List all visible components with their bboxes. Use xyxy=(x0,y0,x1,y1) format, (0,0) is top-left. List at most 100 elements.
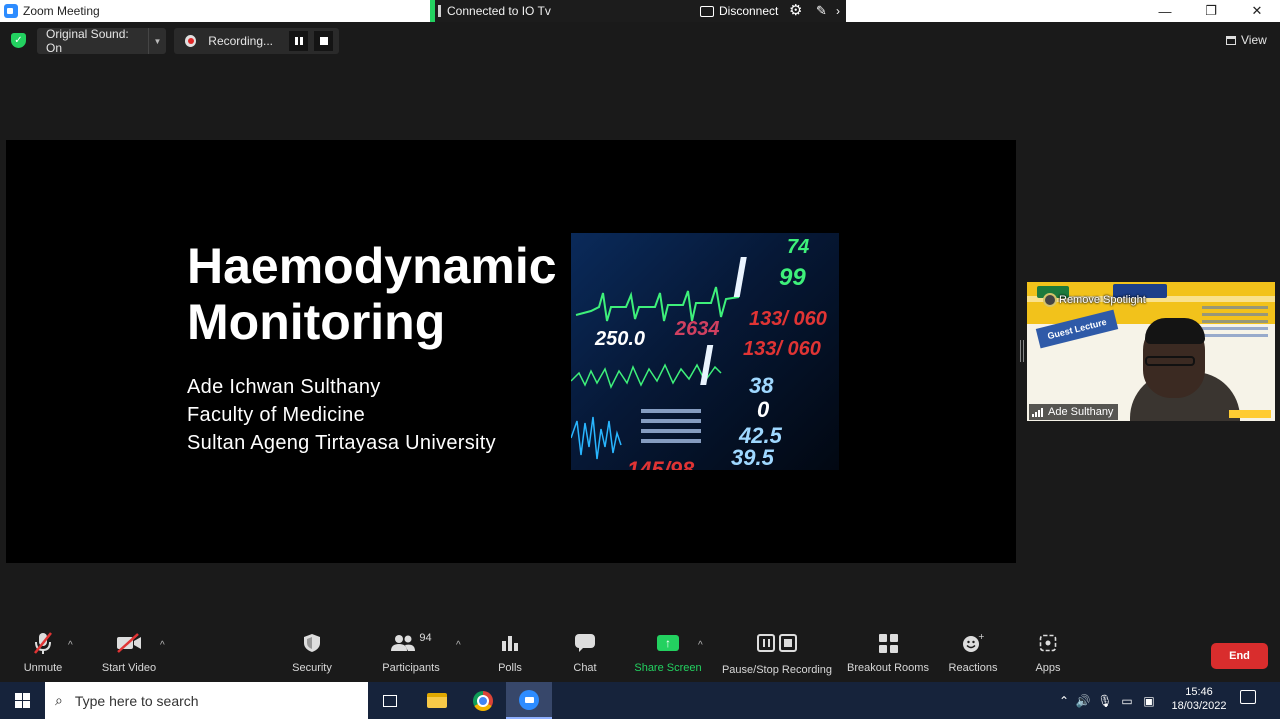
pause-stop-recording-label: Pause/Stop Recording xyxy=(721,664,833,676)
reading-pulse: 74 xyxy=(787,236,809,258)
participant-name: Ade Sulthany xyxy=(1048,406,1114,418)
share-status-bar: Connected to IO Tv Disconnect ⚙ ✎ › xyxy=(430,0,846,22)
view-button[interactable]: View xyxy=(1226,33,1267,47)
chrome-button[interactable] xyxy=(460,682,506,719)
folder-icon xyxy=(427,693,447,708)
reactions-button[interactable]: + Reactions xyxy=(947,628,999,682)
slide-faculty: Faculty of Medicine xyxy=(187,404,365,426)
share-screen-button[interactable]: ↑ Share Screen xyxy=(634,628,702,682)
audio-options-caret-icon[interactable]: ^ xyxy=(68,640,73,651)
window-title: Zoom Meeting xyxy=(23,4,100,18)
search-icon: ⌕ xyxy=(55,692,63,708)
task-view-icon xyxy=(383,694,397,707)
reading-39: 39.5 xyxy=(731,445,775,470)
close-button[interactable]: ✕ xyxy=(1234,0,1280,22)
chrome-icon xyxy=(473,690,493,711)
start-button[interactable] xyxy=(0,682,45,719)
slide-subtitle: Ade Ichwan Sulthany Faculty of Medicine … xyxy=(187,373,496,457)
participant-name-tag: Ade Sulthany xyxy=(1029,404,1119,420)
view-label: View xyxy=(1241,33,1267,47)
taskbar-search[interactable]: ⌕ Type here to search xyxy=(45,682,368,719)
recording-controls-icon xyxy=(755,628,799,658)
chat-button[interactable]: Chat xyxy=(570,628,600,682)
file-explorer-button[interactable] xyxy=(414,682,460,719)
start-video-button[interactable]: Start Video xyxy=(100,628,158,682)
microphone-icon[interactable]: 🎙 xyxy=(1094,694,1116,708)
notification-center-icon[interactable] xyxy=(1240,690,1256,704)
encryption-shield-icon[interactable]: ✓ xyxy=(11,33,26,48)
remove-spotlight-label[interactable]: Remove Spotlight xyxy=(1059,294,1146,306)
monitor-image: 74 99 133/ 060 133/ 060 250.0 2634 38 0 … xyxy=(571,233,839,470)
pause-icon xyxy=(757,634,775,652)
participants-icon: 94 xyxy=(390,628,432,658)
chevron-up-icon[interactable]: ⌃ xyxy=(1056,694,1072,708)
security-button[interactable]: Security xyxy=(290,628,334,682)
gear-icon[interactable]: ⚙ xyxy=(789,3,802,19)
network-icon[interactable]: ▣ xyxy=(1138,694,1160,708)
shared-screen: Haemodynamic Monitoring Ade Ichwan Sulth… xyxy=(6,140,1016,563)
slide-university: Sultan Ageng Tirtayasa University xyxy=(187,432,496,454)
zoom-meeting-window: Zoom Meeting — ❐ ✕ Connected to IO Tv Di… xyxy=(0,0,1280,719)
chevron-right-icon[interactable]: › xyxy=(836,3,840,19)
minimize-button[interactable]: — xyxy=(1142,0,1188,22)
system-tray: ⌃ 🔊 🎙 ▭ ▣ xyxy=(1056,682,1160,719)
pause-stop-recording-button[interactable]: Pause/Stop Recording xyxy=(720,628,834,682)
zoom-taskbar-button[interactable] xyxy=(506,682,552,719)
stop-recording-button[interactable] xyxy=(314,31,333,51)
share-options-caret-icon[interactable]: ^ xyxy=(698,640,703,651)
pause-recording-button[interactable] xyxy=(289,31,309,51)
taskbar-clock[interactable]: 15:46 18/03/2022 xyxy=(1168,682,1230,719)
meeting-toolbar: Unmute ^ Start Video ^ Security 94 Parti… xyxy=(0,628,1280,682)
cast-icon xyxy=(700,5,714,17)
chat-bubble-icon xyxy=(574,628,596,658)
chevron-down-icon[interactable]: ▼ xyxy=(148,28,166,54)
polls-button[interactable]: Polls xyxy=(494,628,526,682)
title-area: Zoom Meeting xyxy=(0,0,430,22)
apps-button[interactable]: Apps xyxy=(1032,628,1064,682)
drag-handle[interactable] xyxy=(438,5,441,17)
participants-options-caret-icon[interactable]: ^ xyxy=(456,640,461,651)
remove-spotlight-icon[interactable] xyxy=(1043,293,1057,307)
original-sound-label: Original Sound: On xyxy=(46,27,129,55)
video-options-caret-icon[interactable]: ^ xyxy=(160,640,165,651)
signal-strength-icon xyxy=(1032,407,1044,417)
clock-time: 15:46 xyxy=(1185,686,1213,698)
recording-status: Recording... xyxy=(208,34,273,48)
video-off-icon xyxy=(116,628,142,658)
participants-button[interactable]: 94 Participants xyxy=(380,628,442,682)
slide-author: Ade Ichwan Sulthany xyxy=(187,376,381,398)
pin-icon[interactable]: ✎ xyxy=(816,3,827,19)
unmute-label: Unmute xyxy=(23,662,63,674)
reading-bp-2: 133/ 060 xyxy=(743,338,821,360)
restore-button[interactable]: ❐ xyxy=(1188,0,1234,22)
battery-icon[interactable]: ▭ xyxy=(1116,694,1138,708)
participant-video-tile[interactable]: Guest Lecture Remove Spotlight Ade Sulth… xyxy=(1027,282,1275,421)
participants-label: Participants xyxy=(382,662,440,674)
reactions-label: Reactions xyxy=(948,662,998,674)
person-glasses xyxy=(1145,356,1195,366)
reading-145: 145/98 xyxy=(627,457,695,470)
window-controls: — ❐ ✕ xyxy=(1142,0,1280,22)
background-badge xyxy=(1229,410,1271,418)
view-grid-icon xyxy=(1226,35,1236,45)
reading-38: 38 xyxy=(749,373,774,398)
volume-icon[interactable]: 🔊 xyxy=(1072,694,1094,708)
breakout-rooms-label: Breakout Rooms xyxy=(847,662,929,674)
svg-text:+: + xyxy=(978,633,984,641)
task-view-button[interactable] xyxy=(367,682,413,719)
original-sound-toggle[interactable]: Original Sound: On ▼ xyxy=(37,27,166,55)
panel-splitter[interactable] xyxy=(1020,340,1024,362)
connection-status: Connected to IO Tv xyxy=(447,4,551,18)
reading-250: 250.0 xyxy=(594,328,645,350)
stop-icon xyxy=(319,37,328,45)
disconnect-button[interactable]: Disconnect xyxy=(700,0,778,22)
zoom-app-icon xyxy=(519,689,539,710)
unmute-button[interactable]: Unmute xyxy=(21,628,65,682)
share-screen-label: Share Screen xyxy=(634,662,702,674)
zoom-logo-icon xyxy=(4,4,18,18)
end-meeting-button[interactable]: End xyxy=(1211,643,1268,669)
breakout-rooms-button[interactable]: Breakout Rooms xyxy=(846,628,930,682)
search-placeholder: Type here to search xyxy=(74,692,199,709)
polls-icon xyxy=(501,628,519,658)
shield-icon xyxy=(303,628,321,658)
